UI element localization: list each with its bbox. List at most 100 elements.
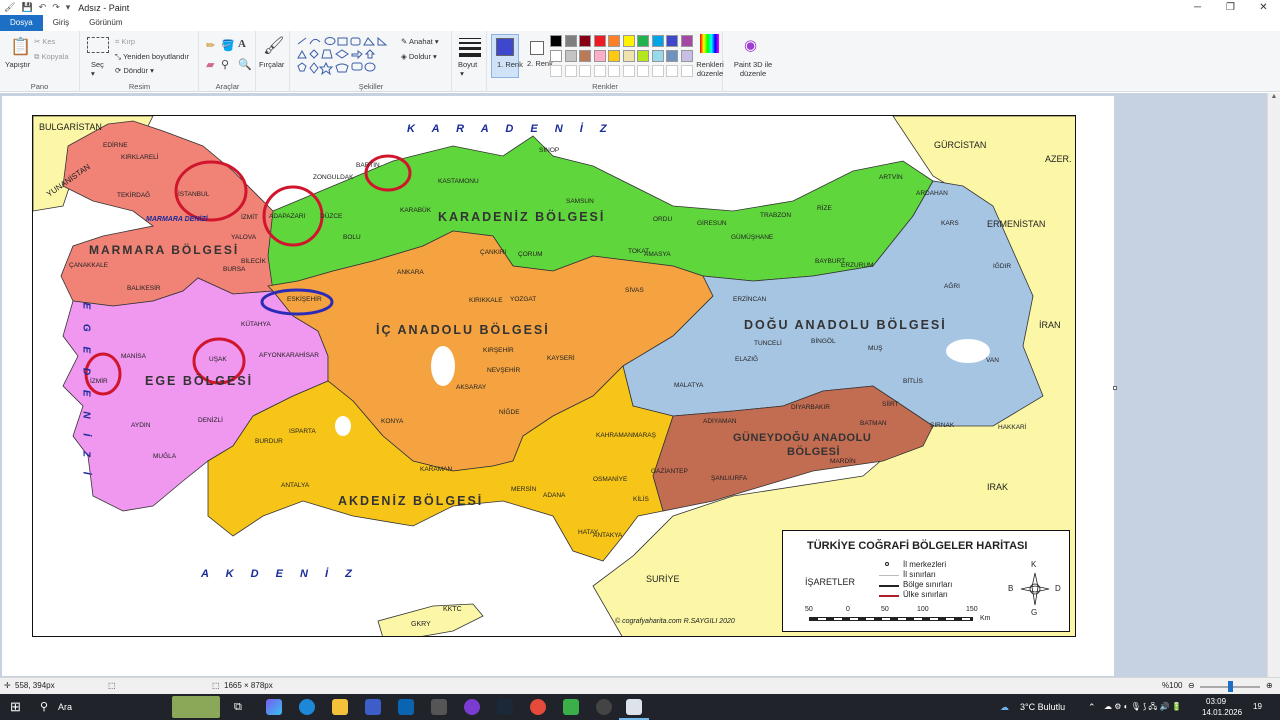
empty-palette-swatch[interactable]	[564, 65, 577, 77]
select-button[interactable]: Seç ▾	[91, 60, 104, 78]
palette-swatch[interactable]	[579, 50, 591, 62]
palette-swatch[interactable]	[564, 50, 577, 62]
save-icon[interactable]: 💾	[21, 2, 32, 13]
empty-palette-swatch[interactable]	[666, 65, 678, 77]
palette-swatch[interactable]	[550, 50, 562, 62]
palette-swatch[interactable]	[637, 50, 649, 62]
palette-swatch[interactable]	[608, 35, 620, 47]
paint3d-button[interactable]: Paint 3D ile düzenle	[730, 60, 776, 78]
empty-palette-swatch[interactable]	[593, 65, 606, 77]
file-explorer-icon[interactable]	[332, 699, 348, 715]
palette-swatch[interactable]	[564, 35, 577, 47]
paint3d-icon[interactable]: ◉	[744, 36, 757, 54]
paste-icon[interactable]: 📋	[10, 37, 31, 57]
chrome-icon[interactable]	[530, 699, 546, 715]
tuz-lake	[431, 346, 455, 386]
brushes-button[interactable]: Fırçalar	[259, 60, 284, 69]
search-box[interactable]: Ara	[58, 694, 72, 720]
brush-icon[interactable]: 🖌	[263, 36, 285, 56]
task-view-icon[interactable]: ⧉	[234, 694, 242, 720]
minimize-button[interactable]: ─	[1181, 0, 1214, 15]
eraser-icon[interactable]: ▰	[206, 58, 214, 71]
store-icon[interactable]	[365, 699, 381, 715]
empty-palette-swatch[interactable]	[579, 65, 591, 77]
copilot-icon[interactable]	[266, 699, 282, 715]
pencil-icon[interactable]: ✏	[206, 39, 215, 52]
fill-icon[interactable]: 🪣	[221, 39, 235, 52]
clock-date[interactable]: 14.01.2026	[1202, 700, 1242, 726]
search-icon[interactable]: ⚲	[40, 694, 48, 720]
scroll-up-icon[interactable]: ▲	[1268, 93, 1280, 100]
city-label: MERSİN	[511, 486, 537, 493]
tab-giris[interactable]: Giriş	[43, 15, 79, 31]
palette-swatch[interactable]	[651, 35, 664, 47]
rotate-button[interactable]: ⟳ Döndür ▾	[115, 66, 154, 75]
customize-qa-icon[interactable]: ▾	[66, 2, 71, 13]
text-icon[interactable]: A	[238, 38, 246, 50]
undo-icon[interactable]: ↶	[39, 2, 47, 13]
weather-text[interactable]: 3°C Bulutlu	[1020, 694, 1065, 720]
city-label: KARABÜK	[400, 207, 432, 214]
paint-taskbar-icon[interactable]	[626, 699, 642, 715]
palette-swatch[interactable]	[579, 35, 591, 47]
palette-swatch[interactable]	[593, 35, 606, 47]
photos-icon[interactable]	[431, 699, 447, 715]
country-label: BULGARİSTAN	[39, 122, 102, 132]
steam-icon[interactable]	[497, 699, 513, 715]
app-icon[interactable]	[464, 699, 480, 715]
tray-icons[interactable]: ☁ ⚙ ◐ 🎙 ⟆ 🖧 🔊 🔋	[1104, 694, 1182, 720]
shapes-gallery-icon[interactable]	[296, 36, 396, 76]
empty-palette-swatch[interactable]	[651, 65, 664, 77]
palette-swatch[interactable]	[593, 50, 606, 62]
zoom-slider-thumb[interactable]	[1228, 681, 1233, 692]
notification-badge[interactable]: 19	[1253, 694, 1262, 720]
palette-swatch[interactable]	[680, 50, 693, 62]
magnifier-icon[interactable]: 🔍	[238, 58, 252, 71]
color-picker-icon[interactable]: ⚲	[221, 58, 229, 71]
redo-icon[interactable]: ↷	[52, 2, 60, 13]
palette-swatch[interactable]	[666, 50, 678, 62]
cut-button[interactable]: ✂ Kes	[34, 37, 55, 46]
size-icon[interactable]	[459, 38, 481, 57]
color2-button[interactable]: 2. Renk	[523, 34, 553, 78]
github-icon[interactable]	[596, 699, 612, 715]
start-icon[interactable]: ⊞	[10, 694, 21, 720]
palette-swatch[interactable]	[666, 35, 678, 47]
search-highlight-image[interactable]	[172, 696, 220, 718]
app-icon-2[interactable]	[563, 699, 579, 715]
zoom-out-icon[interactable]: ⊖	[1188, 681, 1195, 690]
paste-button[interactable]: Yapıştır	[5, 60, 30, 69]
fill-button[interactable]: ◈ Doldur ▾	[401, 52, 437, 61]
resize-handle[interactable]	[1113, 386, 1117, 390]
resize-button[interactable]: ⤡ Yeniden boyutlandır	[115, 52, 189, 62]
palette-swatch[interactable]	[622, 35, 635, 47]
empty-palette-swatch[interactable]	[550, 65, 562, 77]
palette-swatch[interactable]	[608, 50, 620, 62]
empty-palette-swatch[interactable]	[622, 65, 635, 77]
crop-button[interactable]: ⌗ Kırp	[115, 37, 135, 47]
palette-swatch[interactable]	[637, 35, 649, 47]
palette-swatch[interactable]	[651, 50, 664, 62]
tab-gorunum[interactable]: Görünüm	[79, 15, 132, 31]
color1-button[interactable]: 1. Renk	[491, 34, 523, 78]
edge-icon[interactable]	[299, 699, 315, 715]
copy-button[interactable]: ⧉ Kopyala	[34, 52, 69, 62]
vertical-scrollbar[interactable]: ▲	[1267, 93, 1280, 677]
close-button[interactable]: ✕	[1247, 0, 1280, 15]
outline-button[interactable]: ✎ Anahat ▾	[401, 37, 439, 46]
empty-palette-swatch[interactable]	[680, 65, 693, 77]
select-icon[interactable]	[87, 37, 109, 53]
maximize-button[interactable]: ❐	[1214, 0, 1247, 15]
edit-colors-button[interactable]: Renkleri düzenle	[693, 60, 727, 78]
empty-palette-swatch[interactable]	[637, 65, 649, 77]
edit-colors-icon[interactable]	[700, 34, 719, 53]
outlook-icon[interactable]	[398, 699, 414, 715]
zoom-in-icon[interactable]: ⊕	[1266, 681, 1273, 690]
palette-swatch[interactable]	[550, 35, 562, 47]
tray-chevron-icon[interactable]: ⌃	[1088, 694, 1096, 720]
size-button[interactable]: Boyut ▾	[458, 60, 477, 78]
empty-palette-swatch[interactable]	[608, 65, 620, 77]
palette-swatch[interactable]	[680, 35, 693, 47]
tab-dosya[interactable]: Dosya	[0, 15, 43, 31]
palette-swatch[interactable]	[622, 50, 635, 62]
